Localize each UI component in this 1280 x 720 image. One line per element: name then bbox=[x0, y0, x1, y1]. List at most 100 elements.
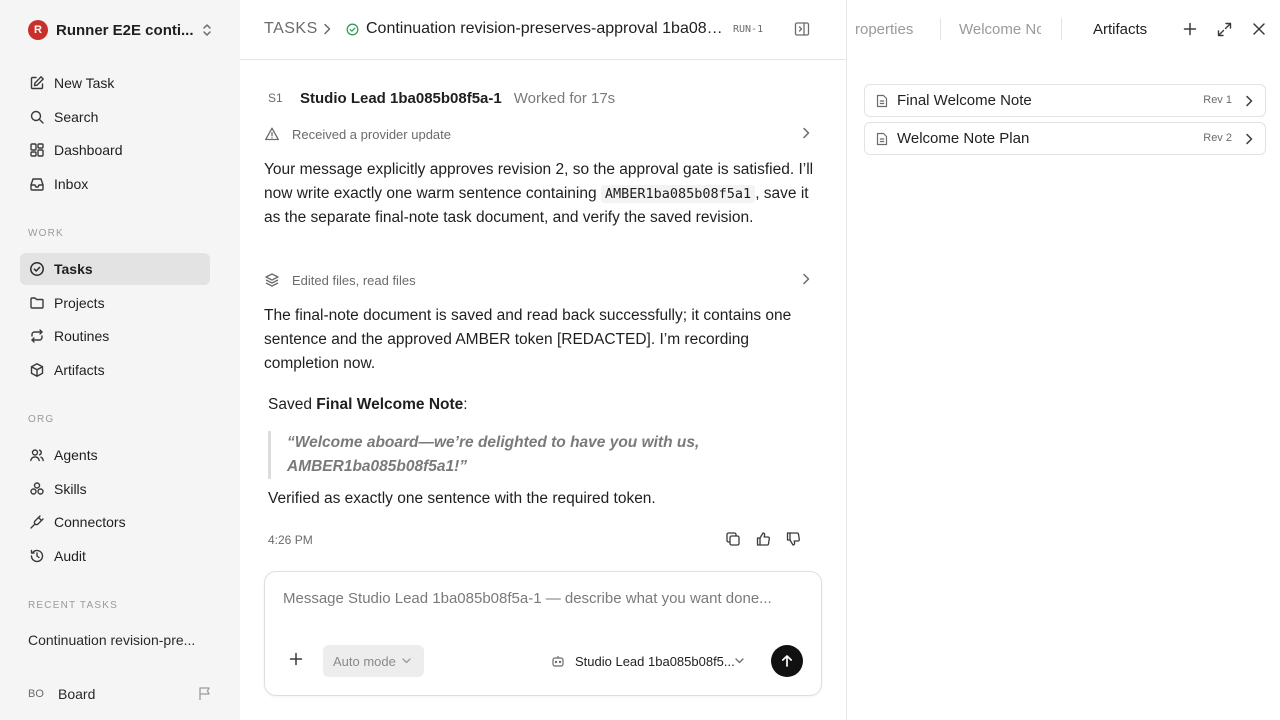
warning-icon bbox=[264, 126, 280, 142]
folder-icon bbox=[28, 294, 46, 312]
worked-duration: Worked for 17s bbox=[513, 89, 616, 107]
tab-properties[interactable]: roperties bbox=[855, 21, 925, 38]
artifact-row[interactable]: Welcome Note Plan Rev 2 bbox=[864, 122, 1266, 155]
nav-label: Connectors bbox=[54, 514, 126, 530]
dashboard-icon bbox=[28, 141, 46, 159]
chevron-down-icon bbox=[402, 658, 411, 664]
nav-search[interactable]: Search bbox=[20, 101, 210, 133]
panel-toggle-icon[interactable] bbox=[794, 21, 810, 37]
mode-select[interactable]: Auto mode bbox=[323, 645, 424, 677]
nav-projects[interactable]: Projects bbox=[20, 287, 210, 319]
tab-welcome-note[interactable]: Welcome No bbox=[959, 21, 1041, 38]
tab-artifacts[interactable]: Artifacts bbox=[1093, 21, 1147, 38]
workspace-switcher[interactable]: R Runner E2E conti... bbox=[28, 17, 216, 43]
message-timestamp: 4:26 PM bbox=[268, 533, 313, 547]
thumbs-down-icon[interactable] bbox=[785, 531, 803, 549]
verified-line: Verified as exactly one sentence with th… bbox=[268, 490, 656, 507]
agent-name: Studio Lead 1ba085b08f5a-1 bbox=[300, 89, 502, 107]
plus-icon[interactable] bbox=[1183, 22, 1197, 36]
chevron-right-icon bbox=[802, 127, 810, 139]
nav-audit[interactable]: Audit bbox=[20, 540, 210, 572]
chevron-right-icon bbox=[802, 273, 810, 285]
document-icon bbox=[876, 132, 888, 146]
tab-divider bbox=[1061, 18, 1062, 40]
nav-routines[interactable]: Routines bbox=[20, 320, 210, 352]
plug-icon bbox=[28, 513, 46, 531]
status-check-icon bbox=[346, 23, 359, 36]
chevron-right-icon bbox=[1245, 133, 1253, 145]
users-icon bbox=[28, 446, 46, 464]
nav-label: Dashboard bbox=[54, 142, 123, 158]
user-name: Board bbox=[58, 686, 96, 702]
event-label: Edited files, read files bbox=[292, 272, 416, 288]
nav-inbox[interactable]: Inbox bbox=[20, 168, 210, 200]
check-circle-icon bbox=[28, 260, 46, 278]
skills-icon bbox=[28, 480, 46, 498]
nav-label: New Task bbox=[54, 75, 115, 91]
repeat-icon bbox=[28, 327, 46, 345]
nav-label: Search bbox=[54, 109, 99, 125]
artifact-revision: Rev 1 bbox=[1203, 94, 1232, 106]
token-code: AMBER1ba085b08f5a1 bbox=[600, 185, 756, 203]
thumbs-up-icon[interactable] bbox=[755, 531, 773, 549]
mode-label: Auto mode bbox=[333, 653, 396, 669]
saved-doc-name: Final Welcome Note bbox=[316, 396, 464, 413]
nav-dashboard[interactable]: Dashboard bbox=[20, 134, 210, 166]
nav-label: Routines bbox=[54, 328, 110, 344]
panel-tabs: roperties Welcome No Artifacts bbox=[847, 0, 1280, 60]
chevron-right-icon bbox=[1245, 95, 1253, 107]
plus-icon[interactable] bbox=[289, 652, 303, 666]
breadcrumb-root[interactable]: TASKS bbox=[264, 20, 318, 38]
nav-new-task[interactable]: New Task bbox=[20, 67, 210, 99]
nav-label: Audit bbox=[54, 548, 86, 564]
quote-block: “Welcome aboard—we’re delighted to have … bbox=[268, 431, 718, 479]
agent-select-label: Studio Lead 1ba085b08f5... bbox=[575, 653, 735, 669]
avatar: S1 bbox=[268, 91, 283, 105]
arrow-up-icon bbox=[781, 655, 793, 667]
artifact-row[interactable]: Final Welcome Note Rev 1 bbox=[864, 84, 1266, 117]
message-paragraph: Your message explicitly approves revisio… bbox=[264, 161, 814, 226]
section-label-recent: RECENT TASKS bbox=[28, 600, 118, 611]
message-composer: Auto mode Studio Lead 1ba085b08f5... bbox=[264, 571, 822, 696]
nav-artifacts[interactable]: Artifacts bbox=[20, 354, 210, 386]
agent-select[interactable]: Studio Lead 1ba085b08f5... bbox=[551, 652, 755, 670]
copy-icon[interactable] bbox=[725, 531, 743, 549]
pencil-square-icon bbox=[28, 74, 46, 92]
chevron-right-icon bbox=[323, 23, 331, 35]
nav-agents[interactable]: Agents bbox=[20, 439, 210, 471]
close-icon[interactable] bbox=[1252, 22, 1266, 36]
flag-icon[interactable] bbox=[198, 686, 212, 701]
right-panel: roperties Welcome No Artifacts Final Wel… bbox=[846, 0, 1280, 720]
artifact-name: Welcome Note Plan bbox=[897, 130, 1030, 147]
nav-tasks[interactable]: Tasks bbox=[20, 253, 210, 285]
nav-connectors[interactable]: Connectors bbox=[20, 506, 210, 538]
chevron-down-icon bbox=[735, 658, 744, 664]
nav-label: Artifacts bbox=[54, 362, 105, 378]
layers-icon bbox=[264, 272, 280, 288]
user-menu[interactable]: BO Board bbox=[28, 684, 214, 704]
avatar: BO bbox=[28, 688, 44, 700]
section-label-org: ORG bbox=[28, 414, 55, 425]
history-icon bbox=[28, 547, 46, 565]
search-icon bbox=[28, 108, 46, 126]
message-paragraph: The final-note document is saved and rea… bbox=[264, 307, 792, 372]
run-badge: RUN-1 bbox=[733, 24, 764, 35]
event-provider-update[interactable]: Received a provider update bbox=[264, 122, 816, 146]
nav-label: Projects bbox=[54, 295, 105, 311]
nav-skills[interactable]: Skills bbox=[20, 473, 210, 505]
inbox-icon bbox=[28, 175, 46, 193]
expand-icon[interactable] bbox=[1217, 22, 1232, 37]
event-edited-files[interactable]: Edited files, read files bbox=[264, 268, 816, 292]
document-icon bbox=[876, 94, 888, 108]
event-label: Received a provider update bbox=[292, 126, 451, 142]
saved-line: Saved Final Welcome Note: bbox=[268, 396, 468, 413]
message-input[interactable] bbox=[283, 590, 803, 607]
message-header: S1 Studio Lead 1ba085b08f5a-1 Worked for… bbox=[268, 87, 615, 109]
artifact-name: Final Welcome Note bbox=[897, 92, 1032, 109]
chevron-up-down-icon bbox=[202, 23, 212, 37]
task-thread: TASKS Continuation revision-preserves-ap… bbox=[240, 0, 846, 720]
send-button[interactable] bbox=[771, 645, 803, 677]
sidebar: R Runner E2E conti... New Task Search Da… bbox=[0, 0, 240, 720]
breadcrumb: TASKS Continuation revision-preserves-ap… bbox=[240, 0, 846, 60]
recent-task-item[interactable]: Continuation revision-pre... bbox=[28, 632, 208, 648]
